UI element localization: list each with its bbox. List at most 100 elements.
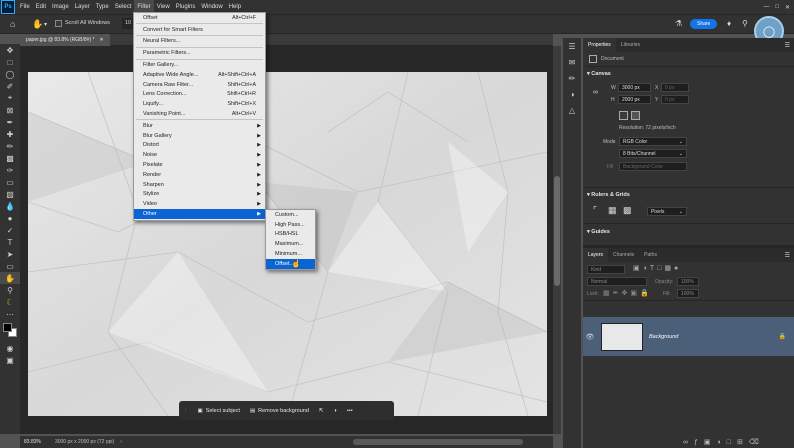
trash-icon[interactable]: ⌫ bbox=[749, 439, 765, 446]
filter-menu-item[interactable]: Adaptive Wide Angle... Alt+Shift+Ctrl+A bbox=[134, 70, 265, 80]
fx-icon[interactable]: ƒ bbox=[694, 439, 704, 446]
other-submenu-item[interactable]: Custom... bbox=[266, 210, 315, 220]
chevron-down-icon[interactable]: ▾ bbox=[44, 21, 47, 28]
filter-menu-item[interactable]: Noise ▶ bbox=[134, 150, 265, 160]
select-subject-button[interactable]: ▣ Select subject bbox=[193, 401, 245, 420]
more-options-button[interactable]: ••• bbox=[342, 401, 358, 420]
share-button[interactable]: Share bbox=[690, 19, 718, 29]
filter-menu-item[interactable]: Render ▶ bbox=[134, 170, 265, 180]
tab-paths[interactable]: Paths bbox=[639, 248, 662, 262]
menu-file[interactable]: File bbox=[17, 0, 33, 14]
crop-tool-icon[interactable]: ⌖ bbox=[0, 92, 20, 104]
filter-menu-item[interactable]: Blur ▶ bbox=[134, 121, 265, 131]
filter-menu-item[interactable]: Vanishing Point... Alt+Ctrl+V bbox=[134, 109, 265, 119]
hand-tool-icon[interactable]: ✋ bbox=[32, 19, 43, 30]
frame-tool-icon[interactable]: ⊠ bbox=[0, 104, 20, 116]
home-icon[interactable]: ⌂ bbox=[10, 19, 15, 29]
hand-tool-icon[interactable]: ✋ bbox=[0, 272, 20, 284]
layer-filter-icons[interactable]: ▣◑T□▦● bbox=[633, 264, 681, 272]
guides-icon[interactable]: ▩ bbox=[623, 205, 632, 216]
minimize-icon[interactable]: — bbox=[763, 4, 769, 10]
filter-menu-item[interactable]: Pixelate ▶ bbox=[134, 160, 265, 170]
other-submenu-item[interactable]: HSB/HSL bbox=[266, 230, 315, 240]
scroll-thumb[interactable] bbox=[554, 176, 560, 286]
brush-tool-icon[interactable]: ✏ bbox=[0, 140, 20, 152]
other-submenu-item[interactable]: Minimum... bbox=[266, 249, 315, 259]
screen-mode-icon[interactable]: ▣ bbox=[0, 354, 20, 366]
tab-libraries[interactable]: Libraries bbox=[616, 38, 645, 52]
width-field[interactable]: 3000 px bbox=[618, 83, 651, 92]
landscape-icon[interactable] bbox=[631, 111, 640, 120]
folder-icon[interactable]: □ bbox=[727, 439, 737, 446]
shape-tool-icon[interactable]: ▭ bbox=[0, 260, 20, 272]
ruler-icon[interactable]: ⌜ bbox=[593, 205, 597, 216]
link-layers-icon[interactable]: ∞ bbox=[683, 439, 694, 446]
menu-edit[interactable]: Edit bbox=[33, 0, 49, 14]
filter-menu-item[interactable]: Convert for Smart Filters bbox=[134, 25, 265, 35]
link-icon[interactable]: ∞ bbox=[593, 89, 598, 96]
fill-opacity-field[interactable]: 100% bbox=[677, 289, 699, 298]
panel-menu-icon[interactable]: ☰ bbox=[785, 42, 790, 49]
filter-menu-item[interactable]: Neural Filters... bbox=[134, 37, 265, 47]
canvas-section-title[interactable]: ▾ Canvas bbox=[587, 71, 611, 77]
comments-icon[interactable]: ✉ bbox=[563, 54, 581, 70]
filter-menu-item[interactable]: Offset Alt+Ctrl+F bbox=[134, 13, 265, 23]
filter-menu-item[interactable]: Lens Correction... Shift+Ctrl+R bbox=[134, 90, 265, 100]
tab-layers[interactable]: Layers bbox=[583, 248, 609, 262]
more-tools-icon[interactable]: ⋯ bbox=[0, 308, 20, 320]
pen-tool-icon[interactable]: ✓ bbox=[0, 224, 20, 236]
eraser-tool-icon[interactable]: ▭ bbox=[0, 176, 20, 188]
scroll-all-checkbox[interactable] bbox=[55, 20, 62, 27]
lasso-tool-icon[interactable]: ◯ bbox=[0, 68, 20, 80]
brush-settings-icon[interactable]: ✏ bbox=[563, 70, 581, 86]
bell-icon[interactable]: ♦ bbox=[727, 19, 731, 28]
filter-menu-item[interactable]: Stylize ▶ bbox=[134, 190, 265, 200]
adjustments-icon[interactable]: ◑ bbox=[563, 86, 581, 102]
bits-select[interactable]: 8 Bits/Channel ⌄ bbox=[619, 149, 687, 158]
adjustment-icon[interactable]: ◑ bbox=[329, 401, 342, 420]
mask-icon[interactable]: ▣ bbox=[704, 439, 717, 446]
y-field[interactable]: 0 px bbox=[661, 95, 689, 104]
remove-background-button[interactable]: ▤ Remove background bbox=[245, 401, 314, 420]
guides-section-title[interactable]: ▾ Guides bbox=[587, 229, 610, 235]
maximize-icon[interactable]: □ bbox=[775, 4, 779, 10]
generative-icon[interactable]: ☾ bbox=[0, 296, 20, 308]
marquee-tool-icon[interactable]: □ bbox=[0, 56, 20, 68]
units-select[interactable]: Pixels ⌄ bbox=[647, 207, 687, 216]
blend-mode-select[interactable]: Normal bbox=[587, 277, 647, 286]
photoshop-logo[interactable]: Ps bbox=[1, 0, 15, 14]
move-tool-icon[interactable]: ✥ bbox=[0, 44, 20, 56]
quick-mask-icon[interactable]: ◉ bbox=[0, 342, 20, 354]
filter-menu-item[interactable]: Camera Raw Filter... Shift+Ctrl+A bbox=[134, 80, 265, 90]
layer-lock-icon[interactable]: 🔒 bbox=[779, 333, 786, 340]
kind-select[interactable]: Kind bbox=[587, 265, 625, 274]
history-brush-icon[interactable]: ✑ bbox=[0, 164, 20, 176]
menu-image[interactable]: Image bbox=[49, 0, 72, 14]
tab-properties[interactable]: Properties bbox=[583, 38, 616, 52]
eyedropper-tool-icon[interactable]: ✒ bbox=[0, 116, 20, 128]
search-icon[interactable]: ⚲ bbox=[742, 19, 748, 28]
filter-menu-item[interactable]: Parametric Filters... bbox=[134, 48, 265, 58]
filter-menu-item[interactable]: Sharpen ▶ bbox=[134, 180, 265, 190]
panel-menu-icon[interactable]: ☰ bbox=[785, 252, 790, 259]
dodge-tool-icon[interactable]: ● bbox=[0, 212, 20, 224]
adjustment-layer-icon[interactable]: ◑ bbox=[717, 439, 727, 446]
type-tool-icon[interactable]: T bbox=[0, 236, 20, 248]
opacity-field[interactable]: 100% bbox=[677, 277, 699, 286]
drag-handle-icon[interactable]: ⋮ bbox=[179, 408, 193, 414]
other-submenu-item[interactable]: High Pass... bbox=[266, 220, 315, 230]
height-field[interactable]: 2000 px bbox=[618, 95, 651, 104]
zoom-level[interactable]: 83.83% bbox=[24, 439, 41, 445]
layer-row-background[interactable]: 👁 Background 🔒 bbox=[583, 317, 794, 356]
close-tab-icon[interactable]: ✕ bbox=[99, 37, 103, 43]
vertical-scrollbar[interactable] bbox=[553, 46, 561, 434]
stamp-tool-icon[interactable]: ▩ bbox=[0, 152, 20, 164]
zoom-tool-icon[interactable]: ⚲ bbox=[0, 284, 20, 296]
filter-menu-item[interactable]: Blur Gallery ▶ bbox=[134, 131, 265, 141]
other-submenu-item[interactable]: Maximum... bbox=[266, 239, 315, 249]
new-layer-icon[interactable]: ⊞ bbox=[737, 439, 749, 446]
gradient-tool-icon[interactable]: ▨ bbox=[0, 188, 20, 200]
rulers-section-title[interactable]: ▾ Rulers & Grids bbox=[587, 192, 630, 198]
lock-icons[interactable]: ▦✒✥▣🔒 bbox=[603, 289, 652, 297]
menu-layer[interactable]: Layer bbox=[72, 0, 93, 14]
